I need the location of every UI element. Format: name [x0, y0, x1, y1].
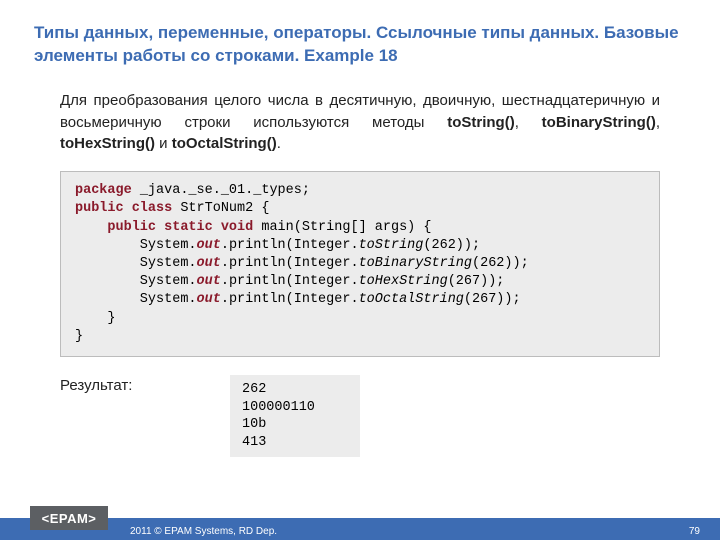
kw-public: public	[75, 201, 124, 216]
code-text: main(String[] args) {	[253, 220, 431, 235]
sep: ,	[515, 114, 542, 131]
footer-bar: 2011 © EPAM Systems, RD Dep. 79	[0, 518, 720, 540]
code-text: (262));	[472, 256, 529, 271]
code-text: .println(Integer.	[221, 238, 359, 253]
description-paragraph: Для преобразования целого числа в десяти…	[60, 90, 660, 155]
code-text: .println(Integer.	[221, 274, 359, 289]
code-block: package _java._se._01._types; public cla…	[60, 171, 660, 357]
kw-out: out	[197, 238, 221, 253]
sep: ,	[656, 114, 660, 131]
code-text: (267));	[464, 292, 521, 307]
code-text: _java._se._01._types;	[132, 183, 310, 198]
method-call: toOctalString	[359, 292, 464, 307]
code-text: (267));	[448, 274, 505, 289]
code-text: (262));	[423, 238, 480, 253]
kw-public: public	[107, 220, 156, 235]
code-text: .println(Integer.	[221, 256, 359, 271]
code-text: .println(Integer.	[221, 292, 359, 307]
method-call: toString	[359, 238, 424, 253]
code-text: }	[75, 329, 83, 344]
sep: .	[277, 135, 281, 152]
slide: Типы данных, переменные, операторы. Ссыл…	[0, 0, 720, 540]
sep: и	[155, 135, 172, 152]
epam-logo: <EPAM>	[30, 506, 108, 530]
code-text: StrToNum2 {	[172, 201, 269, 216]
kw-void: void	[213, 220, 254, 235]
code-text: }	[75, 311, 116, 326]
code-text: System.	[75, 292, 197, 307]
slide-title: Типы данных, переменные, операторы. Ссыл…	[34, 22, 686, 68]
kw-out: out	[197, 274, 221, 289]
code-text: System.	[75, 256, 197, 271]
method-toOctalString: toOctalString()	[172, 135, 277, 152]
code-text: System.	[75, 274, 197, 289]
kw-class: class	[124, 201, 173, 216]
result-label: Результат:	[60, 375, 230, 394]
kw-package: package	[75, 183, 132, 198]
result-row: Результат: 262 100000110 10b 413	[60, 375, 660, 457]
method-toBinaryString: toBinaryString()	[542, 114, 656, 131]
method-call: toHexString	[359, 274, 448, 289]
logo-text: <EPAM>	[42, 511, 97, 526]
footer-page-number: 79	[689, 526, 700, 537]
kw-out: out	[197, 256, 221, 271]
output-block: 262 100000110 10b 413	[230, 375, 360, 457]
kw-static: static	[156, 220, 213, 235]
method-toHexString: toHexString()	[60, 135, 155, 152]
method-call: toBinaryString	[359, 256, 472, 271]
method-toString: toString()	[447, 114, 514, 131]
code-text: System.	[75, 238, 197, 253]
kw-out: out	[197, 292, 221, 307]
footer-copyright: 2011 © EPAM Systems, RD Dep.	[130, 526, 277, 537]
